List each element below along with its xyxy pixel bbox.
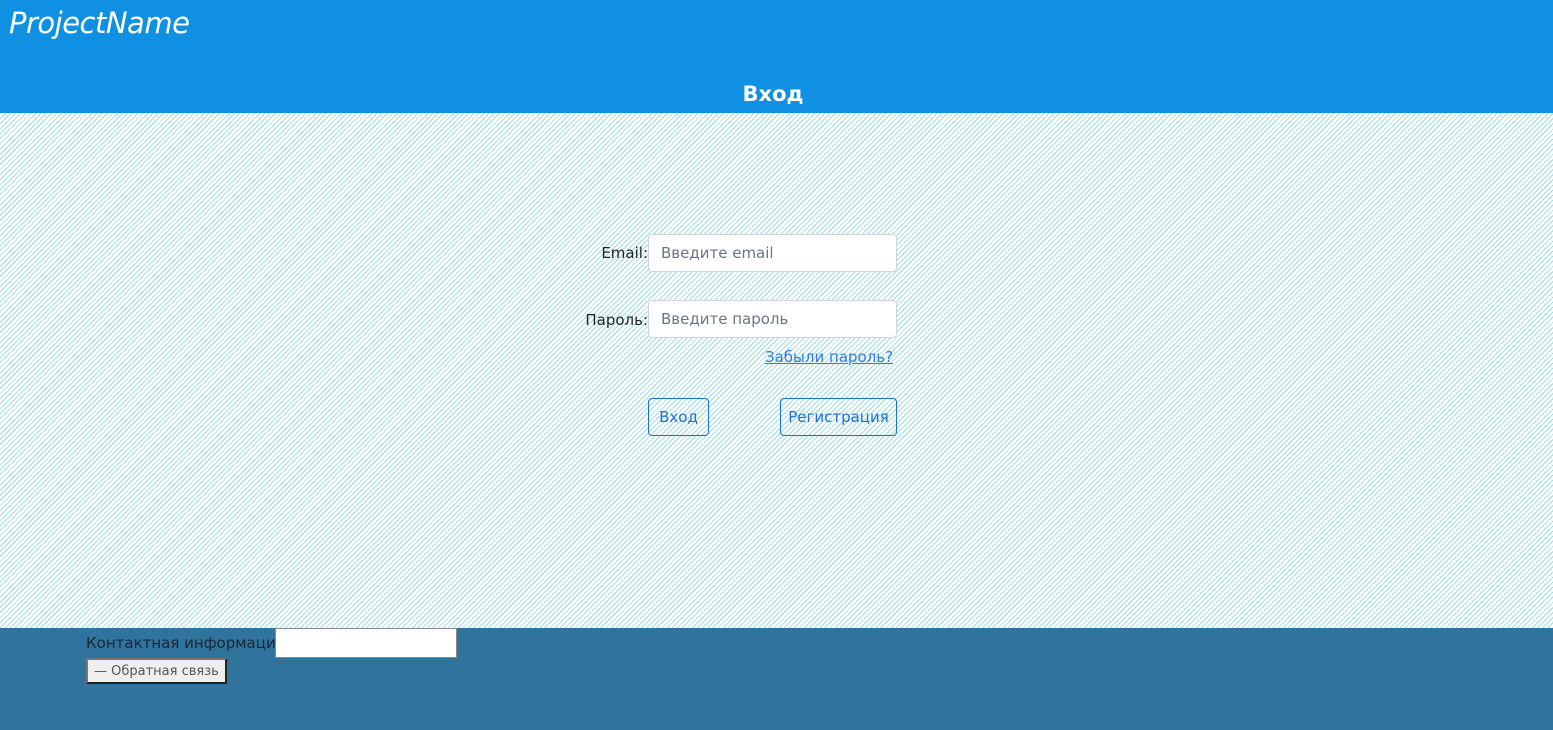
contact-info-input[interactable]: [275, 628, 457, 658]
login-button[interactable]: Вход: [648, 398, 709, 436]
header: ProjectName Вход: [0, 0, 1553, 113]
forgot-password-link[interactable]: Забыли пароль?: [765, 348, 893, 366]
password-field[interactable]: [648, 300, 897, 338]
email-label: Email:: [601, 244, 648, 262]
page-title: Вход: [742, 82, 804, 106]
main-content: Email: Пароль: Забыли пароль? Вход Регис…: [0, 113, 1553, 628]
email-field[interactable]: [648, 234, 897, 272]
register-button[interactable]: Регистрация: [780, 398, 897, 436]
feedback-button[interactable]: — Обратная связь: [86, 658, 227, 684]
password-label: Пароль:: [585, 311, 648, 329]
footer: Контактная информация: — Обратная связь: [0, 628, 1553, 730]
brand-logo[interactable]: ProjectName: [9, 6, 190, 40]
contact-info-label: Контактная информация:: [86, 634, 290, 652]
